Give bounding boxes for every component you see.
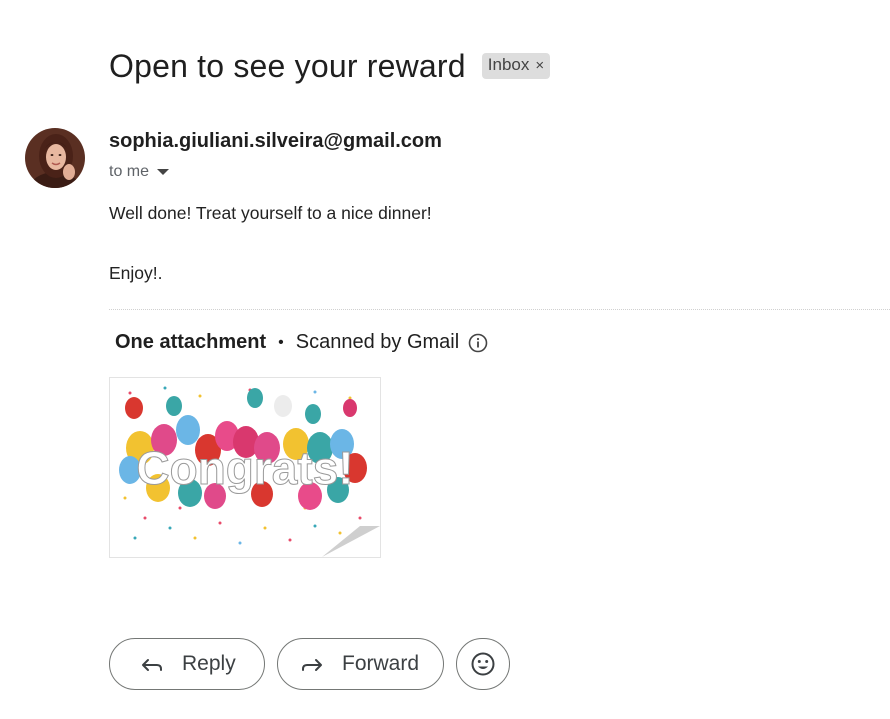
add-reaction-button[interactable] bbox=[456, 638, 510, 690]
separator-dot: • bbox=[278, 333, 284, 351]
scan-status: Scanned by Gmail bbox=[295, 331, 460, 353]
subject-row: Open to see your reward Inbox × bbox=[109, 46, 551, 86]
reply-button[interactable]: Reply bbox=[109, 638, 265, 690]
attachments-header: One attachment • Scanned by Gmail bbox=[115, 331, 488, 354]
attachment-thumbnail[interactable]: Congrats! bbox=[109, 377, 381, 558]
sender-avatar[interactable] bbox=[25, 128, 85, 188]
recipient-details-toggle[interactable]: to me bbox=[109, 163, 170, 181]
divider bbox=[109, 309, 890, 310]
forward-label: Forward bbox=[342, 652, 420, 675]
reply-label: Reply bbox=[182, 652, 236, 675]
remove-label-icon[interactable]: × bbox=[535, 57, 544, 74]
info-icon[interactable] bbox=[468, 333, 488, 353]
forward-button[interactable]: Forward bbox=[277, 638, 444, 690]
sender-email: sophia.giuliani.silveira@gmail.com bbox=[109, 130, 442, 152]
message-body-line: Well done! Treat yourself to a nice dinn… bbox=[109, 203, 432, 223]
forward-arrow-icon bbox=[302, 659, 322, 671]
inbox-label-chip[interactable]: Inbox × bbox=[481, 53, 551, 79]
attachment-count: One attachment bbox=[115, 331, 267, 353]
recipient-label: to me bbox=[109, 163, 150, 180]
email-subject: Open to see your reward bbox=[109, 47, 466, 84]
label-text: Inbox bbox=[487, 55, 530, 74]
caret-down-icon[interactable] bbox=[157, 169, 170, 175]
reply-arrow-icon bbox=[142, 659, 162, 671]
congrats-image: Congrats! bbox=[110, 378, 380, 557]
smiley-icon bbox=[471, 652, 495, 676]
congrats-image-text: Congrats! bbox=[136, 442, 353, 494]
avatar-photo bbox=[25, 128, 85, 188]
message-body-line: Enjoy!. bbox=[109, 263, 163, 283]
